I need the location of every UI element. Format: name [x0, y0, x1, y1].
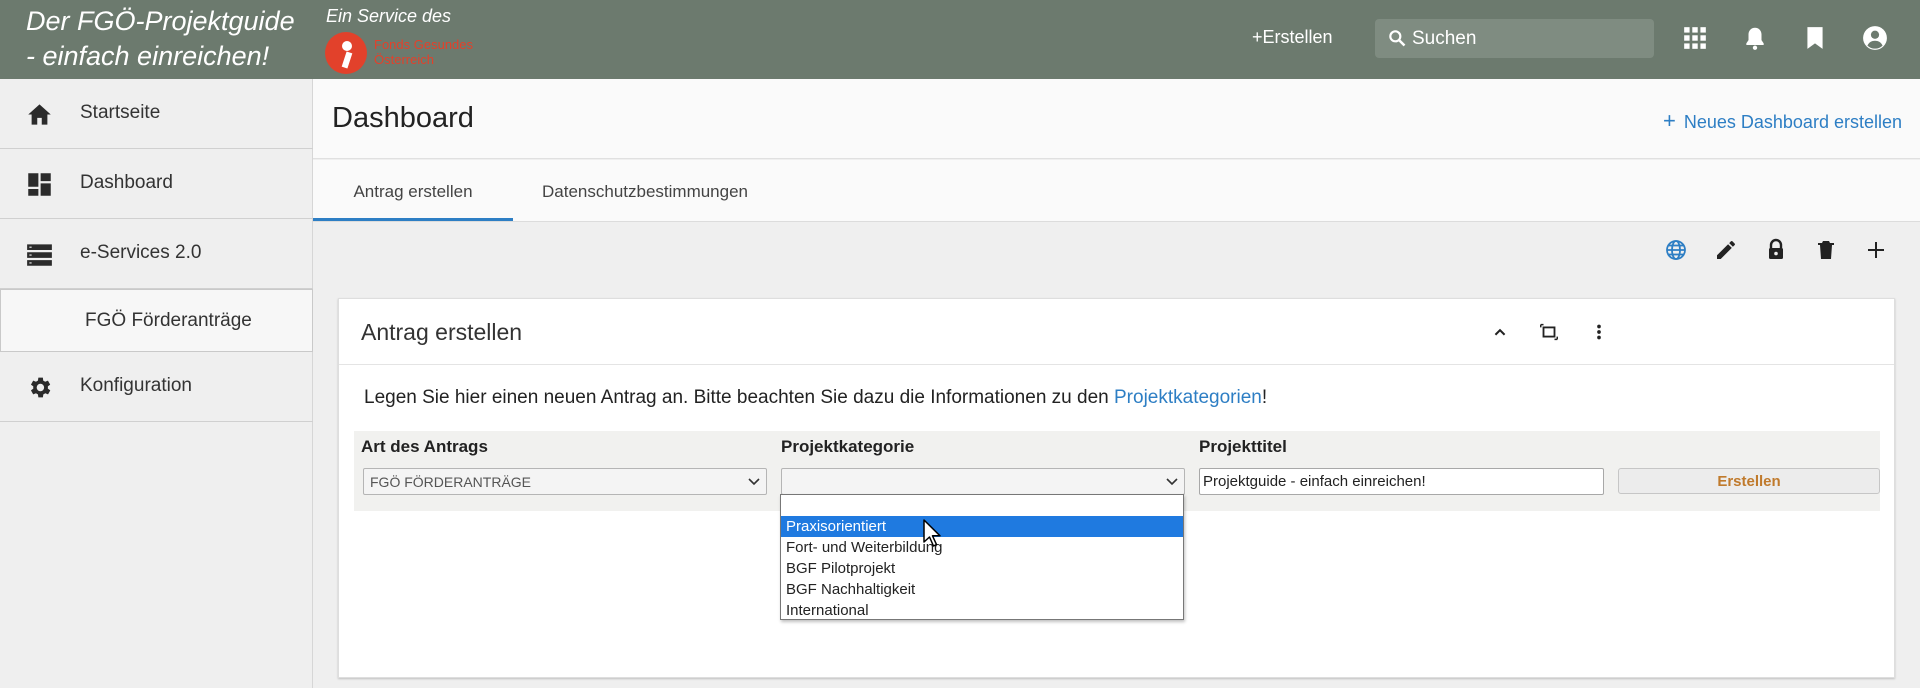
- new-dashboard-label: Neues Dashboard erstellen: [1683, 112, 1902, 132]
- mouse-cursor-icon: [923, 519, 941, 547]
- fgoe-logo-text: Fonds Gesundes Österreich: [374, 37, 473, 67]
- bookmark-icon[interactable]: [1802, 25, 1828, 51]
- home-icon: [28, 104, 51, 125]
- pencil-icon[interactable]: [1714, 238, 1738, 262]
- main-header: Dashboard + Neues Dashboard erstellen: [313, 79, 1920, 159]
- fgoe-logo: [325, 32, 367, 74]
- antrag-card: Antrag erstellen Legen Sie hier einen ne…: [338, 298, 1895, 678]
- more-vert-icon[interactable]: [1588, 321, 1610, 343]
- intro-text: Legen Sie hier einen neuen Antrag an. Bi…: [364, 387, 1267, 409]
- projekttitel-label: Projekttitel: [1199, 437, 1287, 456]
- card-title: Antrag erstellen: [361, 319, 523, 345]
- art-des-antrags-value: FGÖ FÖRDERANTRÄGE: [370, 474, 532, 490]
- sidebar-item-label: e-Services 2.0: [80, 242, 202, 263]
- tab-label: Antrag erstellen: [353, 182, 473, 201]
- projekttitel-input[interactable]: [1199, 468, 1604, 495]
- logo-text-line-2: Österreich: [374, 52, 434, 67]
- card-header: Antrag erstellen: [339, 299, 1894, 365]
- intro-text-body: Legen Sie hier einen neuen Antrag an. Bi…: [364, 387, 1114, 408]
- projektkategorien-link[interactable]: Projektkategorien: [1114, 387, 1262, 408]
- create-button-label: Erstellen: [1262, 27, 1333, 47]
- projektkategorie-dropdown: Praxisorientiert Fort- und Weiterbildung…: [780, 494, 1184, 620]
- service-label: Ein Service des: [326, 6, 452, 26]
- page-title: Dashboard: [332, 102, 474, 134]
- dropdown-option-bgf-nachhaltigkeit[interactable]: BGF Nachhaltigkeit: [781, 579, 1183, 600]
- create-button[interactable]: +Erstellen: [1252, 27, 1333, 48]
- plus-icon[interactable]: [1864, 238, 1888, 262]
- new-dashboard-button[interactable]: + Neues Dashboard erstellen: [1663, 108, 1902, 134]
- search-icon: [1389, 30, 1406, 47]
- chevron-down-icon: [748, 478, 760, 486]
- brand-line-1: Der FGÖ-Projektguide: [26, 6, 295, 36]
- account-circle-icon[interactable]: [1862, 25, 1888, 51]
- bell-icon[interactable]: [1742, 25, 1768, 51]
- brand-line-2: - einfach einreichen!: [26, 41, 270, 71]
- projektkategorie-label: Projektkategorie: [781, 437, 915, 456]
- tab-bar: Antrag erstellen Datenschutzbestimmungen: [313, 160, 1920, 222]
- globe-icon[interactable]: [1664, 238, 1688, 262]
- chevron-up-icon[interactable]: [1489, 321, 1511, 343]
- dropdown-option-praxisorientiert[interactable]: Praxisorientiert: [781, 516, 1183, 537]
- tab-label: Datenschutzbestimmungen: [542, 182, 749, 201]
- plus-icon: +: [1252, 27, 1263, 47]
- sidebar-item-label: Startseite: [80, 102, 161, 123]
- logo-text-line-1: Fonds Gesundes: [374, 37, 474, 52]
- dropdown-option-empty[interactable]: [781, 495, 1183, 516]
- intro-text-end: !: [1261, 387, 1268, 408]
- dropdown-option-fort-und-weiterbildung[interactable]: Fort- und Weiterbildung: [781, 537, 1183, 558]
- sidebar-item-dashboard[interactable]: Dashboard: [0, 149, 313, 219]
- search-box[interactable]: [1375, 19, 1654, 58]
- sidebar-item-label: Konfiguration: [80, 375, 192, 396]
- list-icon: [27, 244, 52, 266]
- sidebar-item-label: FGÖ Förderanträge: [85, 310, 252, 331]
- plus-icon: +: [1663, 108, 1676, 133]
- sidebar-item-startseite[interactable]: Startseite: [0, 79, 313, 149]
- search-input[interactable]: [1412, 19, 1647, 58]
- art-des-antrags-label: Art des Antrags: [361, 437, 488, 456]
- sidebar: Startseite Dashboard e-Services 2.0 FGÖ …: [0, 79, 313, 688]
- projektkategorie-select[interactable]: [781, 468, 1185, 495]
- chevron-down-icon: [1166, 478, 1178, 486]
- dropdown-option-international[interactable]: International: [781, 600, 1183, 621]
- dropdown-option-bgf-pilotprojekt[interactable]: BGF Pilotprojekt: [781, 558, 1183, 579]
- top-bar: Der FGÖ-Projektguide - einfach einreiche…: [0, 0, 1920, 79]
- sidebar-item-label: Dashboard: [80, 172, 173, 193]
- dashboard-icon: [28, 173, 51, 196]
- sidebar-item-konfiguration[interactable]: Konfiguration: [0, 352, 313, 422]
- sidebar-item-fgoe-foerderantraege[interactable]: FGÖ Förderanträge: [0, 289, 313, 352]
- art-des-antrags-select[interactable]: FGÖ FÖRDERANTRÄGE: [363, 468, 767, 495]
- erstellen-button[interactable]: Erstellen: [1618, 468, 1880, 494]
- maximize-icon[interactable]: [1538, 321, 1560, 343]
- tab-antrag-erstellen[interactable]: Antrag erstellen: [313, 160, 513, 221]
- brand-title[interactable]: Der FGÖ-Projektguide - einfach einreiche…: [26, 4, 295, 74]
- lock-icon[interactable]: [1764, 238, 1788, 262]
- sidebar-item-e-services[interactable]: e-Services 2.0: [0, 219, 313, 289]
- tab-datenschutzbestimmungen[interactable]: Datenschutzbestimmungen: [542, 160, 748, 221]
- gear-icon: [30, 377, 51, 398]
- apps-grid-icon[interactable]: [1682, 25, 1708, 51]
- trash-icon[interactable]: [1814, 238, 1838, 262]
